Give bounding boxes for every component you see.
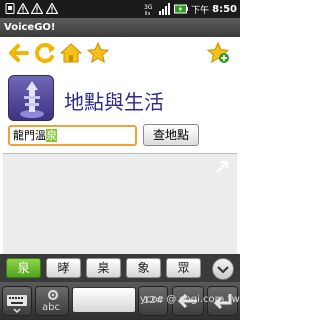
watermark: ycoc @ sogi.com.tw xyxy=(140,294,240,305)
search-location-button[interactable]: 查地點 xyxy=(143,124,199,146)
settings-gear-icon xyxy=(47,289,59,301)
3g-icon: 3G xyxy=(144,4,153,15)
signal-icon xyxy=(159,3,171,15)
handwriting-pad[interactable] xyxy=(3,153,237,254)
battery-icon xyxy=(174,4,189,14)
star-icon[interactable] xyxy=(86,41,110,65)
time-prefix: 下午 xyxy=(191,5,210,16)
candidate-bar: 泉 㫴 臬 象 眾 xyxy=(0,254,240,282)
warning-icon xyxy=(31,3,43,14)
refresh-icon[interactable] xyxy=(33,41,57,65)
location-life-icon xyxy=(8,75,54,121)
abc-label: abc xyxy=(42,302,60,313)
search-input[interactable]: 龍門溫泉 xyxy=(8,125,137,146)
svg-text:3G: 3G xyxy=(144,4,153,11)
status-bar: 3G 下午 8:50 xyxy=(0,0,240,18)
search-input-composing: 泉 xyxy=(46,129,57,142)
add-favorite-icon[interactable] xyxy=(206,41,230,65)
status-right: 3G 下午 8:50 xyxy=(144,0,237,18)
home-icon[interactable] xyxy=(59,41,83,65)
sim-icon xyxy=(5,3,15,14)
candidate-3[interactable]: 臬 xyxy=(86,258,121,278)
search-input-text: 龍門溫 xyxy=(13,129,46,142)
space-key[interactable] xyxy=(72,287,136,313)
warning-icon xyxy=(17,3,29,14)
keyboard-icon xyxy=(7,295,27,314)
keyboard-switch-key[interactable] xyxy=(2,286,32,316)
candidate-5[interactable]: 眾 xyxy=(166,258,201,278)
toolbar xyxy=(0,37,240,70)
candidate-4[interactable]: 象 xyxy=(126,258,161,278)
category-header: 地點與生活 xyxy=(8,75,232,123)
back-arrow-icon[interactable] xyxy=(7,41,31,65)
category-title: 地點與生活 xyxy=(64,90,164,114)
candidate-1[interactable]: 泉 xyxy=(6,258,41,278)
candidate-2[interactable]: 㫴 xyxy=(46,258,81,278)
more-candidates-button[interactable] xyxy=(212,258,234,280)
warning-icon xyxy=(46,3,58,14)
chevron-down-icon xyxy=(217,266,229,274)
abc-mode-key[interactable]: abc xyxy=(35,286,69,316)
app-title: VoiceGO! xyxy=(0,18,240,37)
clock: 8:50 xyxy=(212,3,237,15)
expand-icon[interactable] xyxy=(215,160,229,174)
